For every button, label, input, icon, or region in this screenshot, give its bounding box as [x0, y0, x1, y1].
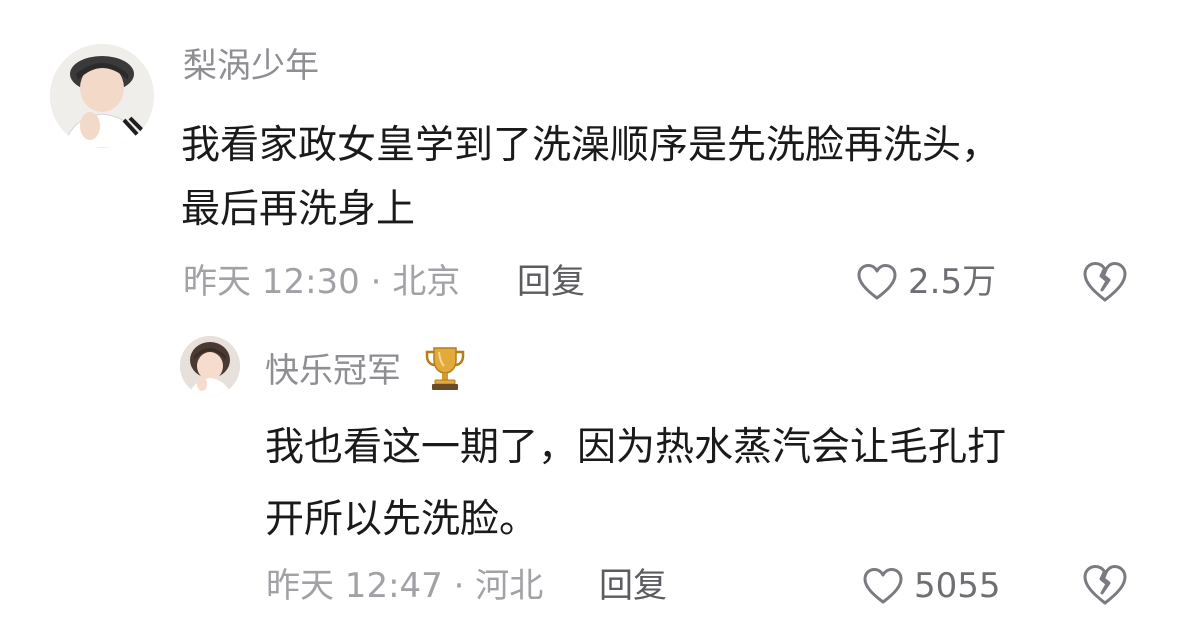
heart-outline-icon — [863, 568, 903, 604]
reply-button[interactable]: 回复 — [517, 262, 585, 302]
user-avatar-photo — [50, 44, 154, 148]
dislike-button[interactable] — [1082, 261, 1128, 303]
like-button[interactable]: 2.5万 — [856, 262, 996, 302]
like-button[interactable]: 5055 — [862, 566, 1001, 606]
comment-text-line: 我看家政女皇学到了洗澡顺序是先洗脸再洗头， — [181, 123, 1001, 168]
user-avatar-photo — [180, 336, 240, 396]
trophy-icon — [425, 347, 465, 390]
comment-text: 我看家政女皇学到了洗澡顺序是先洗脸再洗头， 最后再洗身上 — [181, 114, 1000, 242]
commenter-username[interactable]: 梨涡少年 — [183, 46, 319, 86]
reply-time-location: 昨天 12:47 · 河北 — [266, 566, 544, 606]
comment-time-location: 昨天 12:30 · 北京 — [183, 262, 461, 302]
replier-badge — [422, 344, 468, 392]
reply-text-line: 开所以先洗脸。 — [265, 497, 539, 542]
like-count: 5055 — [914, 566, 1001, 606]
comment-text-line: 最后再洗身上 — [181, 187, 416, 232]
broken-heart-icon — [1083, 565, 1127, 605]
like-count: 2.5万 — [908, 262, 997, 302]
broken-heart-icon — [1083, 262, 1127, 302]
replier-username[interactable]: 快乐冠军 — [265, 351, 401, 391]
dislike-button[interactable] — [1082, 564, 1128, 606]
heart-outline-icon — [857, 264, 897, 300]
replier-avatar[interactable] — [180, 336, 240, 396]
commenter-avatar[interactable] — [50, 44, 154, 148]
reply-text: 我也看这一期了，因为热水蒸汽会让毛孔打 开所以先洗脸。 — [265, 412, 1006, 556]
reply-text-line: 我也看这一期了，因为热水蒸汽会让毛孔打 — [265, 425, 1007, 470]
reply-button[interactable]: 回复 — [599, 566, 667, 606]
